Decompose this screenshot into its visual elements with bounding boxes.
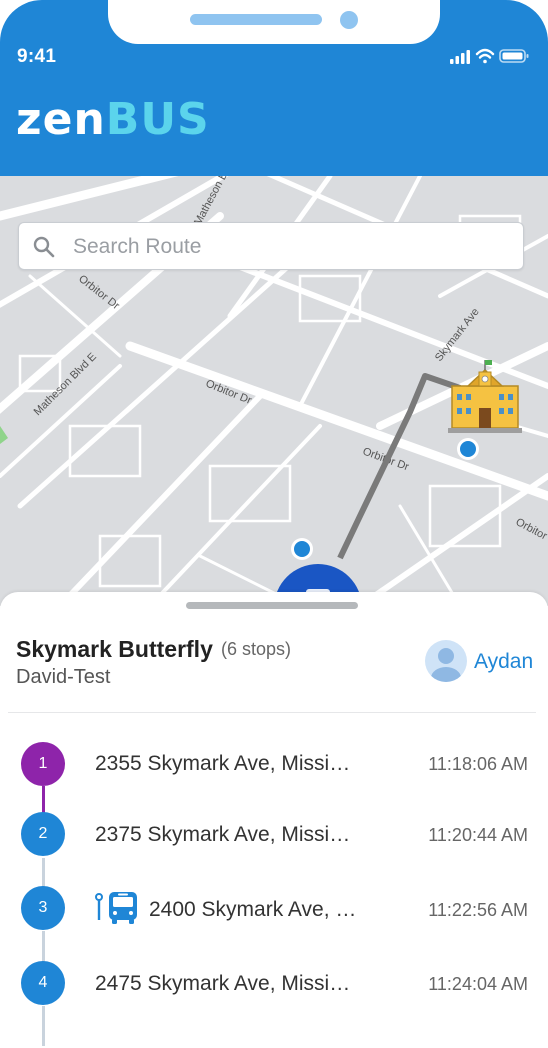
stop-address-4[interactable]: 2475 Skymark Ave, Missi… — [95, 972, 365, 996]
stop-marker[interactable] — [460, 441, 476, 457]
front-camera — [340, 11, 358, 29]
user-name[interactable]: Aydan — [474, 650, 533, 674]
zenbus-logo: zenBUS — [16, 98, 210, 142]
stop-number-3[interactable]: 3 — [21, 886, 65, 930]
bus-stop-icons — [95, 892, 137, 924]
stop-number-4[interactable]: 4 — [21, 961, 65, 1005]
bus-location-dot[interactable] — [294, 541, 310, 557]
stop-time-1: 11:18:06 AM — [428, 754, 528, 774]
wifi-icon — [475, 48, 495, 64]
stop-address-2[interactable]: 2375 Skymark Ave, Missi… — [95, 823, 365, 847]
user-avatar-icon — [431, 648, 461, 682]
speaker-grille — [190, 14, 322, 25]
stop-time-2: 11:20:44 AM — [428, 825, 528, 845]
stop-time-4: 11:24:04 AM — [428, 974, 528, 994]
route-subtitle: David-Test — [16, 666, 111, 688]
app-header: 9:41 zenBUS — [0, 0, 548, 176]
stop-address-3[interactable]: 2400 Skymark Ave, … — [149, 898, 369, 922]
stop-time-3: 11:22:56 AM — [428, 900, 528, 920]
battery-icon — [499, 49, 529, 63]
timeline-connector — [42, 1006, 45, 1046]
search-input[interactable] — [71, 231, 515, 263]
logo-part-bus: BUS — [105, 94, 210, 145]
timeline-connector — [42, 931, 45, 963]
search-bar[interactable] — [18, 222, 524, 270]
street-label-matheson-blvd: Matheson Blvd E — [32, 351, 99, 418]
logo-part-zen: zen — [16, 94, 106, 145]
street-label-orbitor-dr-1: Orbitor Dr — [76, 273, 122, 312]
route-stops-count: (6 stops) — [221, 639, 292, 659]
status-icons — [450, 48, 529, 64]
sheet-drag-handle[interactable] — [186, 602, 358, 609]
stop-number-2[interactable]: 2 — [21, 812, 65, 856]
bus-icon — [109, 892, 137, 924]
avatar[interactable] — [425, 640, 467, 682]
signal-icon — [450, 50, 470, 64]
timeline-connector — [42, 858, 45, 888]
divider — [8, 712, 536, 713]
route-name: Skymark Butterfly — [16, 636, 213, 662]
bus-stop-pin-icon — [95, 893, 103, 920]
stop-number-1[interactable]: 1 — [21, 742, 65, 786]
stop-address-1[interactable]: 2355 Skymark Ave, Missi… — [95, 752, 365, 776]
street-label-orbitor: Orbitor — [514, 516, 548, 543]
device-notch — [108, 0, 440, 44]
status-time: 9:41 — [17, 46, 57, 67]
route-details-sheet: Skymark Butterfly (6 stops) David-Test A… — [0, 592, 548, 1048]
search-icon — [33, 236, 55, 258]
